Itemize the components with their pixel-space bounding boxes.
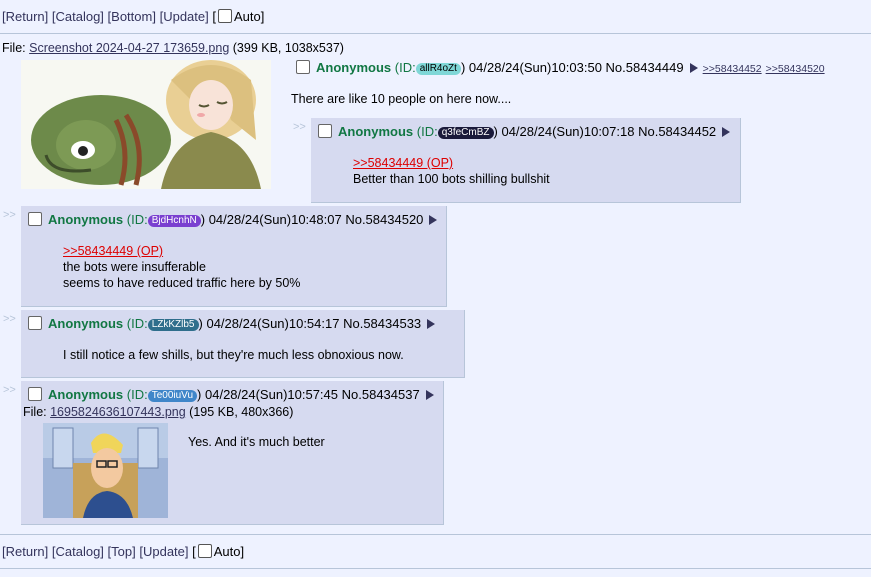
reply3-poster-name: Anonymous [48, 316, 124, 331]
op-poster-name: Anonymous [316, 60, 392, 75]
reply1-line-1: Better than 100 bots shilling bullshit [353, 172, 550, 186]
op-backlink-2[interactable]: >>58434520 [766, 63, 825, 75]
reply3-menu-arrow-icon[interactable] [427, 319, 436, 329]
reply4-post-info: Anonymous (ID: Te00iuVu) 04/28/24(Sun)10:… [28, 387, 434, 402]
op-file-meta: (399 KB, 1038x537) [232, 41, 344, 55]
reply2-quotelink[interactable]: >>58434449 (OP) [63, 244, 163, 258]
op-menu-arrow-icon[interactable] [689, 63, 698, 73]
reply1-poster-id[interactable]: q3feCmBZ [437, 127, 494, 139]
auto-checkbox[interactable] [218, 9, 232, 23]
op-post-number[interactable]: No.58434449 [606, 60, 684, 75]
reply2-poster-name: Anonymous [48, 212, 124, 227]
reply3-post-info: Anonymous (ID: LZkKZlb5) 04/28/24(Sun)10:… [28, 316, 436, 331]
reply4-file-link[interactable]: 1695824636107443.png [50, 405, 186, 419]
reply1-checkbox[interactable] [318, 124, 332, 138]
reply2-post-info: Anonymous (ID: BjdHcnhN) 04/28/24(Sun)10:… [28, 212, 438, 227]
op-post-info: Anonymous (ID: allR4oZt) 04/28/24(Sun)10:… [296, 60, 825, 75]
bottom-navbar: [Return] [Catalog] [Top] [Update] [ Auto] [2, 544, 244, 559]
op-poster-id[interactable]: allR4oZt [415, 63, 461, 75]
op-id-prefix: (ID: [394, 60, 416, 75]
reply2-line-1: the bots were insufferable [63, 260, 206, 274]
op-datetime: 04/28/24(Sun)10:03:50 [468, 60, 602, 75]
reply4-post-number[interactable]: No.58434537 [342, 387, 420, 402]
reply2-post-number[interactable]: No.58434520 [345, 212, 423, 227]
reply2-side-arrows: >> [3, 209, 16, 221]
reply4-message: Yes. And it's much better [188, 434, 325, 450]
op-thumbnail-illustration [21, 60, 271, 189]
reply2-id-suffix: ) [200, 212, 206, 227]
reply3-checkbox[interactable] [28, 316, 42, 330]
reply1-menu-arrow-icon[interactable] [722, 127, 731, 137]
reply4-line-1: Yes. And it's much better [188, 435, 325, 449]
bottom-link[interactable]: [Bottom] [108, 9, 156, 24]
bottom-divider-top [0, 534, 871, 535]
op-id-suffix: ) [460, 60, 466, 75]
top-link[interactable]: [Top] [108, 544, 136, 559]
reply2-poster-id[interactable]: BjdHcnhN [147, 215, 201, 227]
top-navbar: [Return] [Catalog] [Bottom] [Update] [ Au… [2, 9, 264, 24]
bottom-bracket-open: [ [192, 544, 196, 559]
reply1-quotelink[interactable]: >>58434449 (OP) [353, 156, 453, 170]
reply4-file-info: File: 1695824636107443.png (195 KB, 480x… [23, 405, 293, 419]
bottom-update-link[interactable]: [Update] [139, 544, 188, 559]
reply2-menu-arrow-icon[interactable] [429, 215, 438, 225]
reply4-thumbnail[interactable] [43, 423, 168, 518]
bottom-catalog-link[interactable]: [Catalog] [52, 544, 104, 559]
reply2-line-2: seems to have reduced traffic here by 50… [63, 276, 301, 290]
bottom-return-link[interactable]: [Return] [2, 544, 48, 559]
bracket-open: [ [212, 9, 216, 24]
catalog-link[interactable]: [Catalog] [52, 9, 104, 24]
op-file-info: File: Screenshot 2024-04-27 173659.png (… [2, 41, 344, 55]
reply4-id-prefix: (ID: [126, 387, 148, 402]
auto-label: Auto] [234, 9, 265, 24]
reply1-id-prefix: (ID: [416, 124, 438, 139]
bottom-auto-label: Auto] [213, 544, 245, 559]
op-backlink-1[interactable]: >>58434452 [703, 63, 762, 75]
reply2-datetime: 04/28/24(Sun)10:48:07 [208, 212, 342, 227]
reply1-id-suffix: ) [493, 124, 498, 139]
reply4-file-label: File: [23, 405, 47, 419]
reply3-id-prefix: (ID: [126, 316, 148, 331]
op-message: There are like 10 people on here now.... [291, 92, 512, 106]
bottom-divider [0, 568, 871, 569]
reply3-side-arrows: >> [3, 313, 16, 325]
reply4-poster-id[interactable]: Te00iuVu [147, 390, 198, 402]
return-link[interactable]: [Return] [2, 9, 48, 24]
bottom-auto-checkbox[interactable] [197, 544, 212, 558]
reply4-datetime: 04/28/24(Sun)10:57:45 [205, 387, 338, 402]
reply1-post-number[interactable]: No.58434452 [638, 124, 716, 139]
reply1-side-arrows: >> [293, 121, 306, 133]
reply4-checkbox[interactable] [28, 387, 42, 401]
reply2-checkbox[interactable] [28, 212, 42, 226]
reply4-id-suffix: ) [197, 387, 202, 402]
reply3-poster-id[interactable]: LZkKZlb5 [147, 319, 199, 331]
reply3-id-suffix: ) [198, 316, 203, 331]
reply1-post-info: Anonymous (ID: q3feCmBZ) 04/28/24(Sun)10:… [318, 124, 731, 139]
update-link[interactable]: [Update] [160, 9, 209, 24]
reply1-datetime: 04/28/24(Sun)10:07:18 [501, 124, 635, 139]
reply4-file-meta: (195 KB, 480x366) [189, 405, 294, 419]
reply2-id-prefix: (ID: [126, 212, 148, 227]
reply1-poster-name: Anonymous [338, 124, 414, 139]
reply4-thumbnail-illustration [43, 423, 168, 518]
reply3-line-1: I still notice a few shills, but they're… [63, 348, 404, 362]
reply3-post-number[interactable]: No.58434533 [343, 316, 421, 331]
op-post-checkbox[interactable] [296, 60, 310, 74]
reply4-menu-arrow-icon[interactable] [425, 390, 434, 400]
op-thumbnail[interactable] [21, 60, 271, 189]
reply2-message: >>58434449 (OP) the bots were insufferab… [63, 243, 300, 291]
reply4-poster-name: Anonymous [48, 387, 124, 402]
op-file-link[interactable]: Screenshot 2024-04-27 173659.png [29, 41, 229, 55]
reply4-side-arrows: >> [3, 384, 16, 396]
top-divider [0, 33, 871, 34]
reply3-datetime: 04/28/24(Sun)10:54:17 [206, 316, 340, 331]
reply1-message: >>58434449 (OP) Better than 100 bots shi… [353, 155, 550, 187]
reply3-message: I still notice a few shills, but they're… [63, 347, 404, 363]
file-label: File: [2, 41, 26, 55]
